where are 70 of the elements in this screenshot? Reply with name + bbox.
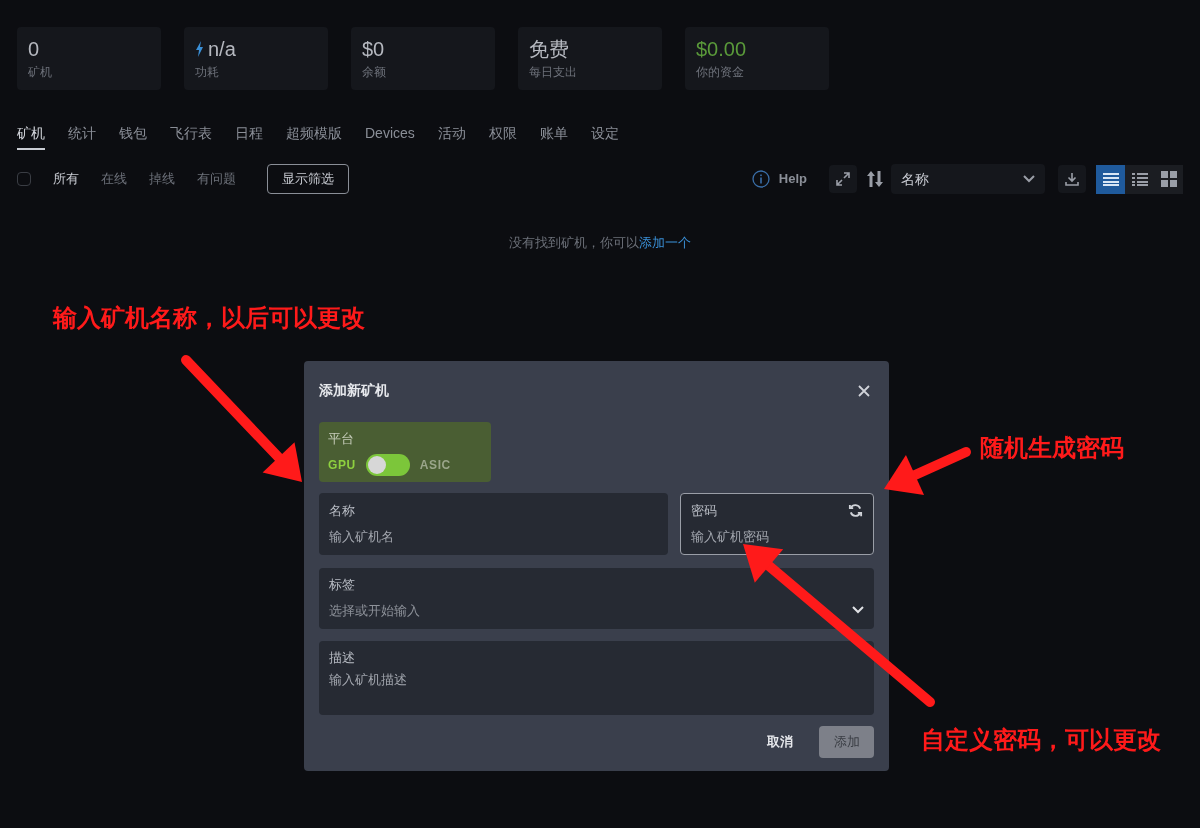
description-input[interactable]: 输入矿机描述	[329, 669, 864, 710]
view-toggle[interactable]	[1125, 164, 1154, 194]
stat-value: 免费	[529, 37, 569, 61]
lightning-icon	[195, 41, 204, 57]
description-field[interactable]: 描述 输入矿机描述	[319, 641, 874, 715]
chevron-down-icon	[1023, 175, 1035, 183]
filter-option[interactable]: 在线	[101, 169, 127, 189]
download-icon	[1065, 172, 1079, 186]
tab[interactable]: 超频模版	[286, 123, 342, 150]
gpu-label: GPU	[328, 456, 356, 474]
refresh-icon[interactable]	[848, 503, 863, 519]
add-link[interactable]: 添加一个	[639, 235, 691, 250]
tab[interactable]: 飞行表	[170, 123, 212, 150]
stat-label: 你的资金	[696, 64, 745, 81]
name-field[interactable]: 名称 输入矿机名	[319, 493, 668, 555]
name-input[interactable]: 输入矿机名	[329, 526, 658, 546]
tab[interactable]: 活动	[437, 123, 466, 150]
grid-icon	[1160, 171, 1177, 187]
asic-label: ASIC	[419, 456, 451, 474]
stat-label: 每日支出	[529, 64, 578, 81]
tab[interactable]: 钱包	[119, 123, 147, 150]
annotation-text: 自定义密码，可以更改	[921, 725, 1161, 755]
tab[interactable]: 账单	[539, 123, 568, 150]
view-toggle[interactable]	[1154, 164, 1183, 194]
show-filter-button[interactable]: 显示筛选	[267, 164, 349, 194]
close-icon	[858, 384, 870, 397]
platform-label: 平台	[328, 430, 355, 448]
download-button[interactable]	[1058, 165, 1086, 193]
help-link[interactable]: Help	[778, 169, 807, 189]
annotation-text: 输入矿机名称，以后可以更改	[53, 303, 365, 333]
stat-value: n/a	[208, 37, 236, 61]
tab[interactable]: 日程	[235, 123, 263, 150]
field-label: 密码	[691, 502, 717, 520]
expand-button[interactable]	[829, 165, 857, 193]
stat-value: 0	[28, 37, 40, 61]
annotation-text: 随机生成密码	[980, 433, 1124, 463]
platform-switch[interactable]	[365, 453, 410, 476]
tags-placeholder: 选择或开始输入	[329, 601, 420, 620]
filter-option[interactable]: 有问题	[197, 169, 236, 189]
tab[interactable]: 设定	[590, 123, 619, 150]
list-icon	[1102, 172, 1119, 186]
info-icon	[751, 170, 770, 188]
close-button[interactable]	[856, 382, 872, 399]
cancel-button[interactable]: 取消	[767, 732, 793, 752]
password-field[interactable]: 密码 输入矿机密码	[680, 493, 874, 555]
tags-select[interactable]: 标签 选择或开始输入	[319, 568, 874, 629]
chevron-down-icon	[852, 606, 864, 615]
checkbox[interactable]	[17, 172, 31, 186]
filter-option[interactable]: 所有	[53, 169, 79, 189]
stat-value: $0	[362, 37, 385, 61]
empty-message: 没有找到矿机，你可以添加一个	[508, 234, 692, 252]
tab[interactable]: 权限	[488, 123, 517, 150]
tab[interactable]: Devices	[365, 123, 415, 150]
filter-option[interactable]: 掉线	[149, 169, 175, 189]
view-toggle[interactable]	[1096, 164, 1125, 194]
stat-label: 功耗	[195, 64, 220, 81]
sort-icon	[867, 170, 883, 188]
table-icon	[1131, 172, 1148, 186]
password-input[interactable]: 输入矿机密码	[691, 526, 863, 546]
tab[interactable]: 统计	[68, 123, 96, 150]
dialog-title: 添加新矿机	[319, 381, 389, 400]
stat-value: $0.00	[696, 37, 747, 61]
field-label: 名称	[329, 502, 356, 520]
tab[interactable]: 矿机	[17, 123, 45, 150]
field-label: 描述	[329, 649, 356, 667]
field-label: 标签	[329, 576, 356, 594]
stat-label: 矿机	[28, 64, 53, 81]
stat-label: 余额	[362, 64, 387, 81]
expand-icon	[836, 172, 850, 186]
sort-select[interactable]: 名称	[891, 164, 1045, 194]
